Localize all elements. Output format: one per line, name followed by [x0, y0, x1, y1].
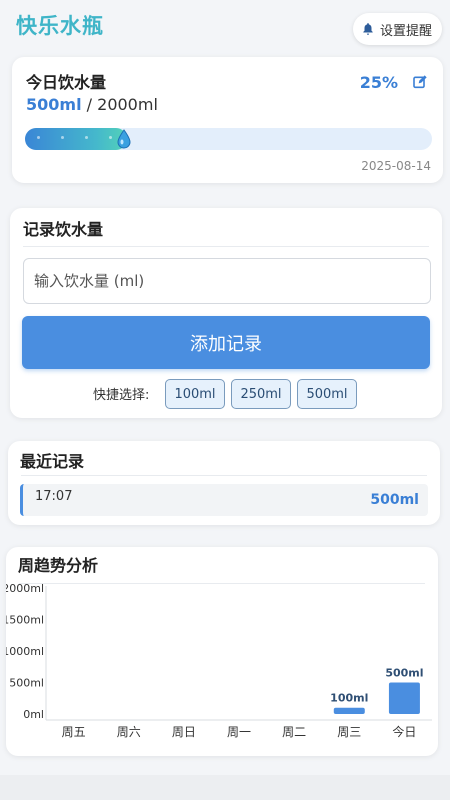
- record-intake-card: 记录饮水量 添加记录 快捷选择: 100ml 250ml 500ml: [10, 208, 442, 418]
- bar-data-label: 500ml: [385, 667, 423, 680]
- x-tick-label: 周二: [282, 725, 306, 739]
- quick-100ml-button[interactable]: 100ml: [165, 379, 225, 409]
- intake-separator: /: [86, 95, 93, 114]
- quick-500ml-button[interactable]: 500ml: [297, 379, 357, 409]
- set-reminder-button[interactable]: 设置提醒: [352, 13, 442, 45]
- y-tick-label: 1500ml: [6, 614, 44, 627]
- divider: [23, 246, 429, 247]
- x-tick-label: 周日: [172, 725, 196, 739]
- x-tick-label: 周三: [337, 725, 361, 739]
- app-title: 快乐水瓶: [16, 14, 104, 38]
- y-tick-label: 2000ml: [6, 582, 44, 595]
- quick-250ml-button[interactable]: 250ml: [231, 379, 291, 409]
- y-tick-label: 0ml: [23, 708, 44, 721]
- recent-records-title: 最近记录: [20, 452, 85, 471]
- today-intake-title: 今日饮水量: [26, 73, 107, 92]
- chart-bar: [333, 707, 365, 714]
- weekly-bar-chart: 0ml 500ml 1000ml 1500ml 2000ml 周五 周六 周日 周一 周二 100m…: [6, 582, 432, 739]
- y-tick-label: 500ml: [9, 677, 44, 690]
- today-date: 2025-08-14: [361, 159, 431, 173]
- divider: [21, 475, 427, 476]
- progress-percent: 25%: [359, 73, 398, 92]
- edit-goal-icon[interactable]: [412, 74, 428, 90]
- set-reminder-label: 设置提醒: [379, 23, 432, 39]
- list-item: 17:07 500ml: [20, 484, 428, 516]
- x-tick-label: 周一: [227, 725, 251, 739]
- intake-amount: 500ml / 2000ml: [26, 95, 158, 114]
- goal-intake: 2000ml: [97, 95, 158, 114]
- add-record-button[interactable]: 添加记录: [22, 316, 430, 369]
- recent-records-card: 最近记录 17:07 500ml: [8, 441, 440, 525]
- progress-bar: [25, 128, 432, 150]
- progress-fill: [25, 128, 127, 150]
- today-intake-card: 今日饮水量 25% 500ml / 2000ml 2025-08-14: [12, 57, 443, 183]
- x-tick-label: 今日: [392, 724, 416, 739]
- current-intake: 500ml: [26, 95, 82, 114]
- bottom-bar: [0, 775, 450, 800]
- x-tick-label: 周五: [62, 725, 86, 739]
- water-drop-icon: [117, 129, 131, 149]
- weekly-trend-card: 周趋势分析 0ml 500ml 1000ml 1500ml 2000ml 周五 周六 周日 周一…: [6, 547, 438, 756]
- quick-select-label: 快捷选择:: [93, 388, 150, 403]
- x-tick-label: 周六: [117, 725, 141, 739]
- intake-amount-input[interactable]: [23, 258, 431, 304]
- chart-bar: [388, 682, 420, 714]
- record-time: 17:07: [35, 489, 73, 504]
- y-tick-label: 1000ml: [6, 645, 44, 658]
- bell-icon: [363, 23, 373, 35]
- bar-data-label: 100ml: [330, 692, 368, 705]
- record-amount: 500ml: [370, 492, 419, 508]
- record-intake-title: 记录饮水量: [23, 220, 104, 239]
